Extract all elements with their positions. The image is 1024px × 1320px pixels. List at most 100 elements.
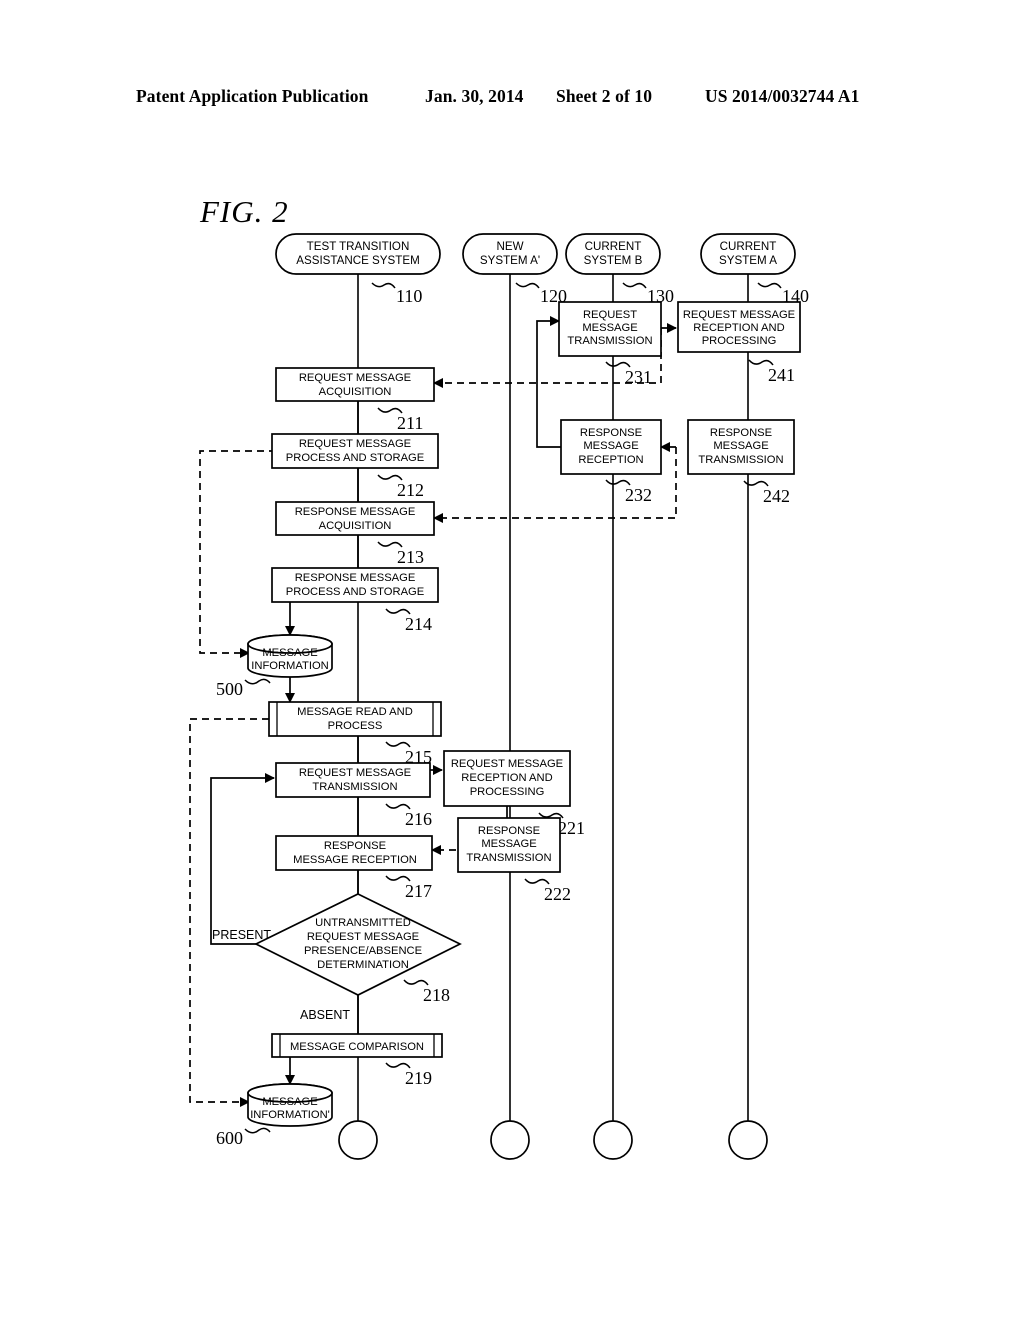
figure-2-container: FIG. 2 TEST TRANSITION ASSISTANCE SYSTEM… [0, 150, 1024, 1190]
lifeline-header-120: NEW SYSTEM A' 120 [462, 233, 567, 306]
node-221-line2: RECEPTION AND [461, 772, 552, 784]
node-232-line1: RESPONSE [580, 427, 642, 439]
ref-number-216: 216 [405, 809, 432, 829]
ref-number-218: 218 [423, 985, 450, 1005]
node-212[interactable]: REQUEST MESSAGE PROCESS AND STORAGE 212 [271, 433, 439, 500]
connector-215-to-600-store [189, 718, 269, 1108]
node-500-line1: MESSAGE [262, 647, 317, 659]
page-header: Patent Application Publication Jan. 30, … [0, 86, 1024, 112]
terminal-circle-130 [593, 1120, 633, 1160]
ref-number-600: 600 [216, 1128, 243, 1148]
node-218-decision[interactable]: UNTRANSMITTED REQUEST MESSAGE PRESENCE/A… [212, 893, 462, 1022]
node-242-line3: TRANSMISSION [698, 454, 783, 466]
node-218-line1: UNTRANSMITTED [315, 917, 411, 929]
terminal-circle-140 [728, 1120, 768, 1160]
node-242[interactable]: RESPONSE MESSAGE TRANSMISSION 242 [687, 419, 795, 506]
node-232[interactable]: RESPONSE MESSAGE RECEPTION 232 [560, 419, 662, 505]
connector-218-present-loop-to-216 [210, 772, 280, 945]
node-231[interactable]: REQUEST MESSAGE TRANSMISSION 231 [558, 301, 662, 387]
branch-label-absent: ABSENT [300, 1008, 350, 1022]
node-242-line1: RESPONSE [710, 427, 772, 439]
header-sheet-number: Sheet 2 of 10 [556, 86, 653, 106]
node-216-line1: REQUEST MESSAGE [299, 767, 411, 779]
node-600-line2: INFORMATION' [250, 1109, 330, 1121]
flowchart-diagram: FIG. 2 TEST TRANSITION ASSISTANCE SYSTEM… [189, 194, 809, 1160]
node-222-line1: RESPONSE [478, 825, 540, 837]
node-221-line1: REQUEST MESSAGE [451, 758, 563, 770]
node-213[interactable]: RESPONSE MESSAGE ACQUISITION 213 [275, 501, 435, 567]
header-patent-number: US 2014/0032744 A1 [705, 86, 860, 106]
node-212-line2: PROCESS AND STORAGE [286, 452, 424, 464]
node-232-line2: MESSAGE [583, 440, 638, 452]
node-218-line4: DETERMINATION [317, 959, 409, 971]
lifeline-120-label-line1: NEW [496, 240, 523, 253]
figure-label: FIG. 2 [199, 194, 289, 229]
patent-page: Patent Application Publication Jan. 30, … [0, 0, 1024, 1320]
node-221-line3: PROCESSING [470, 786, 545, 798]
node-214[interactable]: RESPONSE MESSAGE PROCESS AND STORAGE 214 [271, 567, 439, 634]
ref-number-217: 217 [405, 881, 432, 901]
terminal-circle-110 [338, 1120, 378, 1160]
terminal-circle-120 [490, 1120, 530, 1160]
node-222[interactable]: RESPONSE MESSAGE TRANSMISSION 222 [457, 817, 571, 904]
ref-number-232: 232 [625, 485, 652, 505]
node-214-line1: RESPONSE MESSAGE [295, 572, 416, 584]
node-222-line2: MESSAGE [481, 838, 536, 850]
node-215-line1: MESSAGE READ AND [297, 706, 413, 718]
ref-number-500: 500 [216, 679, 243, 699]
ref-number-214: 214 [405, 614, 432, 634]
ref-number-222: 222 [544, 884, 571, 904]
node-218-line2: REQUEST MESSAGE [307, 931, 419, 943]
header-publication-date: Jan. 30, 2014 [425, 86, 524, 106]
node-600-datastore[interactable]: MESSAGE INFORMATION' 600 [216, 1083, 333, 1148]
ref-number-219: 219 [405, 1068, 432, 1088]
branch-label-present: PRESENT [212, 928, 271, 942]
node-215[interactable]: MESSAGE READ AND PROCESS 215 [268, 701, 442, 767]
ref-number-110: 110 [396, 286, 422, 306]
node-241[interactable]: REQUEST MESSAGE RECEPTION AND PROCESSING… [677, 301, 801, 385]
node-600-line1: MESSAGE [262, 1096, 317, 1108]
node-213-line2: ACQUISITION [319, 520, 392, 532]
node-217-line2: MESSAGE RECEPTION [293, 854, 417, 866]
node-231-line3: TRANSMISSION [567, 335, 652, 347]
node-232-line3: RECEPTION [578, 454, 643, 466]
node-219[interactable]: MESSAGE COMPARISON 219 [271, 1033, 443, 1088]
ref-number-211: 211 [397, 413, 423, 433]
ref-number-213: 213 [397, 547, 424, 567]
node-241-line2: RECEPTION AND [693, 322, 784, 334]
lifeline-header-140: CURRENT SYSTEM A 140 [700, 233, 809, 306]
ref-number-242: 242 [763, 486, 790, 506]
ref-number-221: 221 [558, 818, 585, 838]
lifeline-110-label-line2: ASSISTANCE SYSTEM [296, 254, 419, 267]
node-231-line1: REQUEST [583, 309, 637, 321]
node-222-line3: TRANSMISSION [466, 852, 551, 864]
node-211-line1: REQUEST MESSAGE [299, 372, 411, 384]
lifeline-header-130: CURRENT SYSTEM B 130 [565, 233, 674, 306]
lifeline-130-label-line2: SYSTEM B [584, 254, 643, 267]
node-216[interactable]: REQUEST MESSAGE TRANSMISSION 216 [275, 762, 432, 829]
node-242-line2: MESSAGE [713, 440, 768, 452]
node-219-line1: MESSAGE COMPARISON [290, 1041, 424, 1053]
lifeline-120-label-line2: SYSTEM A' [480, 254, 540, 267]
node-218-line3: PRESENCE/ABSENCE [304, 945, 422, 957]
ref-number-231: 231 [625, 367, 652, 387]
node-213-line1: RESPONSE MESSAGE [295, 506, 416, 518]
node-215-line2: PROCESS [328, 720, 383, 732]
header-publication-title: Patent Application Publication [136, 86, 369, 106]
ref-number-241: 241 [768, 365, 795, 385]
node-211-line2: ACQUISITION [319, 386, 392, 398]
ref-number-212: 212 [397, 480, 424, 500]
node-241-line3: PROCESSING [702, 335, 777, 347]
node-241-line1: REQUEST MESSAGE [683, 309, 795, 321]
node-216-line2: TRANSMISSION [312, 781, 397, 793]
connector-212-to-500-store [199, 450, 276, 659]
node-217[interactable]: RESPONSE MESSAGE RECEPTION 217 [275, 835, 433, 901]
lifeline-130-label-line1: CURRENT [585, 240, 642, 253]
node-500-line2: INFORMATION [251, 660, 328, 672]
node-231-line2: MESSAGE [582, 322, 637, 334]
lifeline-140-label-line2: SYSTEM A [719, 254, 777, 267]
node-211[interactable]: REQUEST MESSAGE ACQUISITION 211 [275, 367, 435, 433]
lifeline-140-label-line1: CURRENT [720, 240, 777, 253]
node-217-line1: RESPONSE [324, 840, 386, 852]
node-500-datastore[interactable]: MESSAGE INFORMATION 500 [216, 634, 333, 699]
